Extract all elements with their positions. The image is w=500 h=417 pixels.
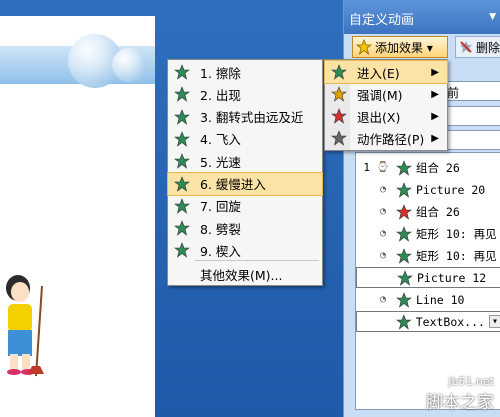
add-effect-menu: 进入(E) ▶ 强调(M) ▶ 退出(X) ▶ 动作路径(P) ▶	[324, 59, 448, 151]
animation-list-item[interactable]: 1 ⌚ 组合 26	[356, 157, 500, 178]
effect-star-icon	[396, 203, 412, 220]
animation-list-item[interactable]: TextBox... ▾	[356, 311, 500, 332]
timing-icon: ◔	[379, 250, 387, 261]
remove-label: 删除	[476, 40, 500, 55]
entrance-effect-label: 4. 飞入	[200, 132, 241, 148]
appear-effect-icon	[174, 86, 190, 103]
slide-canvas[interactable]	[0, 16, 155, 417]
submenu-arrow-icon: ▶	[431, 110, 439, 122]
emphasis-star-icon	[331, 86, 347, 102]
entrance-effect-item[interactable]: 4. 飞入	[168, 128, 322, 150]
entrance-effect-label: 9. 楔入	[200, 243, 241, 259]
effect-star-icon	[396, 247, 412, 264]
spiral-effect-icon	[174, 197, 190, 214]
add-effect-menu-item-label: 动作路径(P)	[357, 131, 425, 147]
animation-item-name: Picture 12	[417, 270, 487, 285]
watermark-url: jb51.net	[448, 375, 494, 388]
remove-effect-icon	[460, 41, 472, 53]
entrance-effect-item[interactable]: 6. 缓慢进入	[167, 171, 323, 196]
entrance-effect-item[interactable]: 2. 出现	[168, 83, 322, 105]
add-effect-label: 添加效果 ▾	[375, 40, 433, 55]
entrance-effect-label: 7. 回旋	[200, 199, 241, 215]
bubble-graphic-small[interactable]	[112, 48, 146, 82]
wipe-effect-icon	[174, 64, 190, 80]
pane-menu-arrow-icon[interactable]: ▼	[489, 12, 496, 22]
effect-star-icon	[396, 225, 412, 242]
entrance-effect-item[interactable]: 1. 擦除	[168, 61, 322, 83]
timing-icon: ◔	[379, 294, 387, 305]
effect-star-icon	[396, 291, 412, 308]
animation-list-item[interactable]: ◔ 矩形 10: 再见	[356, 223, 500, 244]
remove-button[interactable]: 删除	[455, 36, 500, 58]
timing-icon: ◔	[379, 206, 387, 217]
animation-list-item[interactable]: ◔ Line 10	[356, 289, 500, 310]
add-effect-menu-item-label: 进入(E)	[357, 65, 400, 81]
effect-star-icon	[396, 181, 412, 198]
animation-list-item[interactable]: ◔ Picture 20	[356, 179, 500, 200]
wedge-effect-icon	[174, 242, 190, 259]
entrance-star-icon	[331, 64, 347, 80]
exit-star-icon	[331, 108, 347, 124]
pane-header: 自定义动画 ▼	[344, 0, 500, 34]
add-effect-menu-item-label: 退出(X)	[357, 109, 401, 125]
submenu-arrow-icon: ▶	[431, 66, 439, 78]
watermark: jb51.net 脚本之家	[426, 375, 494, 413]
entrance-effect-item[interactable]: 8. 劈裂	[168, 217, 322, 239]
add-effect-menu-item[interactable]: 强调(M) ▶	[325, 83, 447, 105]
entrance-effect-label: 8. 劈裂	[200, 221, 241, 237]
add-effect-menu-item[interactable]: 动作路径(P) ▶	[325, 127, 447, 149]
animation-item-name: 组合 26	[416, 160, 460, 175]
entrance-effect-item[interactable]: 3. 翻转式由远及近	[168, 106, 322, 128]
animation-list-item[interactable]: Picture 12	[356, 267, 500, 288]
animation-item-name: Picture 20	[416, 182, 486, 197]
add-effect-menu-item[interactable]: 进入(E) ▶	[324, 60, 448, 84]
animation-item-name: Line 10	[416, 292, 465, 307]
motion-path-star-icon	[331, 130, 347, 146]
animation-list[interactable]: 1 ⌚ 组合 26 ◔ Picture 20 ◔ 组合 26 ◔ 矩形 10: 再见 ◔ 矩形 10…	[355, 152, 500, 410]
animation-order-number: 1	[363, 161, 370, 174]
entrance-effect-item[interactable]: 5. 光速	[168, 150, 322, 172]
add-effect-star-icon	[356, 39, 372, 55]
entrance-effect-item[interactable]: 9. 楔入	[168, 239, 322, 261]
add-effect-button[interactable]: 添加效果 ▾	[352, 36, 448, 58]
menu-separator	[195, 260, 319, 261]
animation-item-name: 组合 26	[416, 204, 460, 219]
timing-icon: ◔	[379, 228, 387, 239]
add-effect-menu-item-label: 强调(M)	[357, 87, 403, 103]
pane-title: 自定义动画	[349, 13, 415, 28]
timing-icon: ⌚	[376, 162, 390, 173]
effect-star-icon	[396, 159, 412, 176]
split-effect-icon	[174, 220, 190, 236]
fly-in-effect-icon	[174, 131, 190, 147]
submenu-arrow-icon: ▶	[431, 88, 439, 100]
add-effect-menu-item[interactable]: 退出(X) ▶	[325, 105, 447, 127]
animation-item-name: 矩形 10: 再见	[416, 248, 497, 263]
entrance-effect-label: 3. 翻转式由远及近	[200, 110, 304, 126]
grow-turn-effect-icon	[174, 108, 190, 125]
more-effects-item[interactable]: 其他效果(M)...	[168, 263, 322, 285]
entrance-effect-label: 5. 光速	[200, 154, 241, 170]
watermark-name: 脚本之家	[426, 393, 494, 413]
timing-icon: ◔	[379, 184, 387, 195]
item-dropdown-button[interactable]: ▾	[488, 315, 500, 328]
entrance-effect-label: 2. 出现	[200, 87, 241, 103]
animation-item-name: TextBox...	[415, 314, 485, 329]
submenu-arrow-icon: ▶	[431, 132, 439, 144]
entrance-effect-item[interactable]: 7. 回旋	[168, 195, 322, 217]
animation-list-item[interactable]: ◔ 矩形 10: 再见	[356, 245, 500, 266]
animation-item-name: 矩形 10: 再见	[416, 226, 497, 241]
crawl-in-effect-icon	[174, 175, 190, 192]
entrance-effect-label: 6. 缓慢进入	[200, 177, 266, 192]
girl-sweeping-clipart[interactable]	[0, 266, 52, 386]
effect-star-icon	[396, 313, 412, 330]
light-speed-effect-icon	[174, 153, 190, 169]
effect-star-icon	[397, 269, 413, 286]
entrance-effect-label: 1. 擦除	[200, 65, 241, 81]
entrance-effects-menu: 1. 擦除 2. 出现 3. 翻转式由远及近 4. 飞入 5. 光速 6. 缓慢进入 7. …	[167, 59, 323, 286]
animation-list-item[interactable]: ◔ 组合 26	[356, 201, 500, 222]
